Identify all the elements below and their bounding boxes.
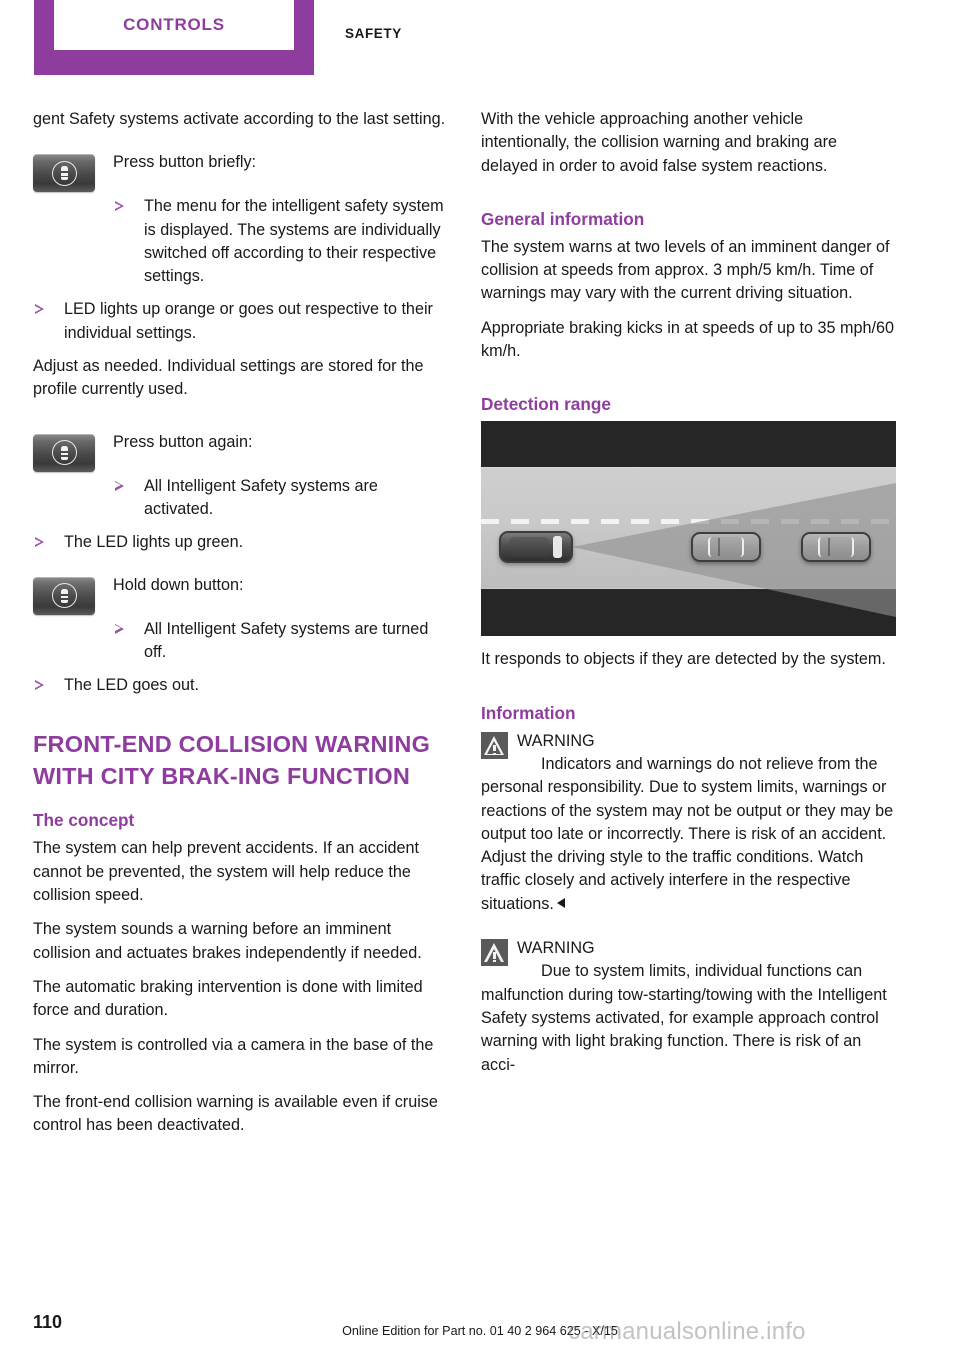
car-front-glyph-icon [60, 588, 68, 603]
triangle-bullet-icon [34, 304, 44, 315]
intro-paragraph: gent Safety systems activate according t… [33, 110, 446, 128]
list-item-text: The LED goes out. [64, 676, 199, 695]
warning-end-marker-icon [556, 897, 565, 908]
intelligent-safety-button-icon[interactable] [33, 433, 95, 472]
step-lead-label: Press button again: [113, 432, 253, 451]
step-press-briefly: Press button briefly: [33, 151, 448, 193]
heading-detection-range: Detection range [481, 394, 611, 415]
intro-paragraph: With the vehicle approaching another veh… [481, 110, 838, 175]
warning-text: Indicators and warnings do not relieve f… [481, 753, 896, 916]
heading-the-concept: The concept [33, 810, 135, 831]
ego-vehicle-icon [499, 531, 573, 564]
list-item-text: LED lights up orange or goes out respect… [64, 300, 433, 342]
step3-bullet-list: All Intelligent Safety systems are turne… [33, 618, 448, 665]
list-item: All Intelligent Safety systems are turne… [113, 618, 448, 665]
warning-block-2: WARNING Due to system limits, individual… [481, 937, 896, 1077]
vehicle-body [801, 532, 871, 563]
list-item-text: The menu for the intelligent safety syst… [144, 197, 444, 286]
button-ring-icon [51, 160, 77, 186]
right-column: With the vehicle approaching another veh… [481, 108, 896, 1089]
outer-bullet-list-1: LED lights up orange or goes out respect… [33, 298, 448, 345]
list-item-text: The LED lights up green. [64, 533, 244, 552]
tab-controls-label: CONTROLS [123, 15, 225, 34]
triangle-bullet-icon [114, 480, 124, 491]
detection-cone-icon [572, 483, 896, 618]
list-item: The menu for the intelligent safety syst… [113, 195, 448, 288]
left-column: gent Safety systems activate according t… [33, 108, 448, 1149]
list-item: LED lights up orange or goes out respect… [33, 298, 448, 345]
concept-paragraph: The system can help prevent accidents. I… [33, 839, 420, 905]
page-header: CONTROLS SAFETY [0, 0, 960, 90]
concept-paragraph: The automatic braking intervention is do… [33, 977, 423, 1020]
page-title: FRONT-END COLLISION WARNING WITH CITY BR… [33, 731, 431, 790]
button-ring-icon [51, 440, 77, 466]
vehicle-body [691, 532, 761, 563]
exclamation-stroke [493, 744, 496, 752]
lead-vehicle-2-icon [801, 532, 871, 563]
concept-paragraph: The system is controlled via a camera in… [33, 1035, 434, 1077]
outer-bullet-list-2: The LED lights up green. [33, 531, 448, 554]
warning-body: Due to system limits, individual functio… [481, 962, 887, 1074]
warning-label: WARNING [517, 939, 595, 958]
step1-bullet-list: The menu for the intelligent safety syst… [33, 195, 448, 288]
car-front-glyph-icon [60, 445, 68, 460]
lead-vehicle-1-icon [691, 532, 761, 563]
triangle-bullet-icon [114, 623, 124, 634]
general-paragraph: The system warns at two levels of an imm… [481, 237, 890, 303]
outer-bullet-list-3: The LED goes out. [33, 674, 448, 697]
figure-caption: It responds to objects if they are detec… [481, 650, 886, 669]
concept-paragraph: The front-end collision warning is avail… [33, 1093, 438, 1135]
watermark: carmanualsonline.info [568, 1318, 806, 1345]
concept-paragraph: The system sounds a warning before an im… [33, 920, 422, 962]
warning-triangle-icon [481, 731, 508, 759]
exclamation-stroke [493, 952, 496, 959]
intelligent-safety-button-icon[interactable] [33, 576, 95, 615]
vehicle-body [499, 531, 573, 564]
warning-label: WARNING [517, 731, 595, 750]
intelligent-safety-button-icon[interactable] [33, 154, 95, 193]
triangle-bullet-icon [114, 201, 124, 212]
tab-controls-inner: CONTROLS [54, 0, 294, 50]
list-item: The LED goes out. [33, 674, 448, 697]
list-item: All Intelligent Safety systems are activ… [113, 475, 448, 522]
warning-body: Indicators and warnings do not relieve f… [481, 754, 894, 913]
heading-information: Information [481, 702, 576, 723]
warning-block-1: WARNING Indicators and warnings do not r… [481, 730, 896, 916]
tab-safety[interactable]: SAFETY [345, 26, 402, 41]
exclamation-dot [493, 960, 496, 963]
heading-general-information: General information [481, 208, 645, 229]
car-front-glyph-icon [60, 166, 68, 181]
list-item-text: All Intelligent Safety systems are turne… [144, 619, 429, 661]
step-hold-down: Hold down button: [33, 574, 448, 615]
tab-controls[interactable]: CONTROLS [34, 0, 314, 75]
warning-triangle-icon [481, 939, 508, 967]
general-paragraph: Appropriate braking kicks in at speeds o… [481, 318, 895, 361]
footer-edition-text: Online Edition for Part no. 01 40 2 964 … [342, 1324, 618, 1338]
list-item-text: All Intelligent Safety systems are activ… [144, 476, 378, 518]
step-lead-label: Press button briefly: [113, 153, 257, 172]
step-press-again: Press button again: [33, 431, 448, 472]
triangle-bullet-icon [34, 680, 44, 691]
exclamation-dot [493, 752, 496, 755]
step-lead-label: Hold down button: [113, 575, 244, 594]
triangle-bullet-icon [34, 537, 44, 548]
detection-range-illustration [481, 421, 896, 637]
button-ring-icon [51, 583, 77, 609]
list-item: The LED lights up green. [33, 531, 448, 554]
step2-bullet-list: All Intelligent Safety systems are activ… [33, 475, 448, 522]
warning-text: Due to system limits, individual functio… [481, 960, 896, 1076]
adjust-paragraph: Adjust as needed. Individual settings ar… [33, 357, 424, 399]
